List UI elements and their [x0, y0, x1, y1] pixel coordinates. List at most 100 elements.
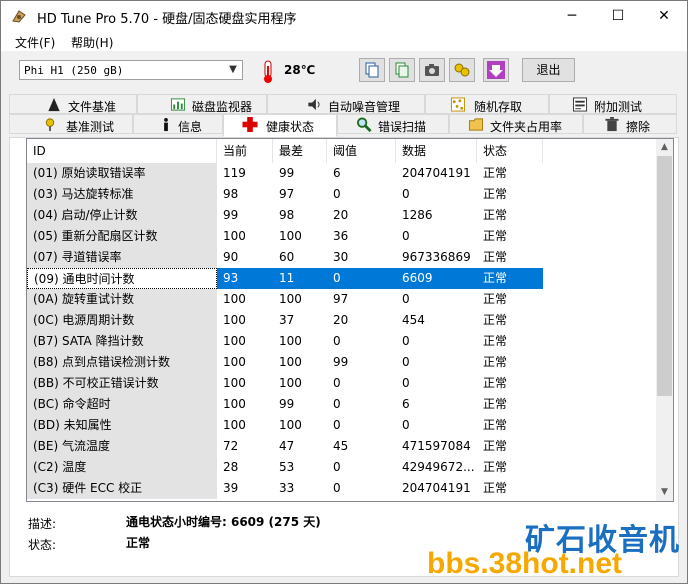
tab-info[interactable]: 信息	[133, 114, 223, 134]
minimize-button[interactable]: ─	[549, 1, 595, 31]
download-arrow-icon	[487, 61, 505, 79]
cell-data: 0	[402, 187, 410, 201]
table-row[interactable]: (B7) SATA 降挡计数 100 100 0 0 正常	[27, 331, 657, 352]
column-header-current[interactable]: 当前	[217, 139, 273, 163]
cell-data: 0	[402, 418, 410, 432]
cell-status: 正常	[483, 481, 508, 495]
column-header-data[interactable]: 数据	[396, 139, 477, 163]
table-row[interactable]: (BB) 不可校正错误计数 100 100 0 0 正常	[27, 373, 657, 394]
exit-button[interactable]: 退出	[522, 58, 575, 82]
column-header-id[interactable]: ID	[27, 139, 217, 163]
tab-folder-usage[interactable]: 文件夹占用率	[449, 114, 583, 134]
cell-data: 471597084	[402, 439, 471, 453]
tab-extra-tests[interactable]: 附加测试	[549, 94, 677, 114]
cell-threshold: 45	[333, 439, 349, 453]
cell-id: (BD) 未知属性	[27, 415, 217, 436]
cell-data: 0	[402, 355, 410, 369]
close-button[interactable]: ✕	[641, 1, 687, 31]
tab-disk-monitor[interactable]: 磁盘监视器	[137, 94, 267, 114]
tab-health[interactable]: 健康状态	[223, 114, 337, 137]
table-row[interactable]: (04) 启动/停止计数 99 98 20 1286 正常	[27, 205, 657, 226]
table-row[interactable]: (0C) 电源周期计数 100 37 20 454 正常	[27, 310, 657, 331]
menu-help[interactable]: 帮助(H)	[71, 34, 113, 51]
cell-status: 正常	[483, 355, 508, 369]
toolbar: Phi H1 (250 gB) ▼ 28℃ 退出	[1, 52, 687, 90]
description-value: 通电状态小时编号: 6609 (275 天)	[126, 515, 321, 529]
table-row[interactable]: (BC) 命令超时 100 99 0 6 正常	[27, 394, 657, 415]
table-row[interactable]: (C2) 温度 28 53 0 42949672... 正常	[27, 457, 657, 478]
speaker-icon	[308, 98, 320, 111]
menu-file[interactable]: 文件(F)	[15, 34, 55, 51]
chevron-down-icon[interactable]: ▼	[224, 61, 242, 79]
tab-error-scan[interactable]: 错误扫描	[337, 114, 449, 134]
options-button[interactable]	[449, 58, 475, 82]
table-row[interactable]: (05) 重新分配扇区计数 100 100 36 0 正常	[27, 226, 657, 247]
vertical-scrollbar[interactable]: ▲ ▼	[656, 139, 673, 501]
cell-threshold: 0	[333, 397, 341, 411]
table-row[interactable]: (07) 寻道错误率 90 60 30 967336869 正常	[27, 247, 657, 268]
column-header-status[interactable]: 状态	[477, 139, 543, 163]
scrollbar-thumb[interactable]	[657, 156, 672, 396]
tab-random-access[interactable]: 随机存取	[425, 94, 549, 114]
cell-threshold: 0	[333, 481, 341, 495]
cell-worst: 60	[279, 250, 295, 264]
drive-select[interactable]: Phi H1 (250 gB) ▼	[19, 60, 243, 80]
screenshot-button[interactable]	[419, 58, 445, 82]
cell-id: (B7) SATA 降挡计数	[27, 331, 217, 352]
table-row[interactable]: (09) 通电时间计数 93 11 0 6609 正常	[27, 268, 657, 289]
cell-worst: 100	[279, 292, 302, 306]
drive-select-value: Phi H1 (250 gB)	[24, 64, 124, 77]
tab-erase[interactable]: 擦除	[583, 114, 677, 134]
cell-threshold: 0	[333, 187, 341, 201]
cell-data: 0	[402, 292, 410, 306]
table-row[interactable]: (BD) 未知属性 100 100 0 0 正常	[27, 415, 657, 436]
table-row[interactable]: (0A) 旋转重试计数 100 100 97 0 正常	[27, 289, 657, 310]
cell-status: 正常	[483, 229, 508, 243]
cell-current: 100	[223, 313, 246, 327]
cell-threshold: 0	[327, 268, 396, 289]
thermometer-icon	[264, 60, 272, 83]
cell-current: 99	[223, 208, 239, 222]
cell-threshold: 0	[333, 376, 341, 390]
cell-threshold: 97	[333, 292, 349, 306]
cell-id: (07) 寻道错误率	[27, 247, 217, 268]
smart-table[interactable]: ID 当前 最差 阈值 数据 状态 (01) 原始读取错误率 119 99 6 2047…	[26, 138, 674, 502]
scroll-up-icon[interactable]: ▲	[656, 139, 673, 156]
table-row[interactable]: (01) 原始读取错误率 119 99 6 204704191 正常	[27, 163, 657, 184]
save-button[interactable]	[483, 58, 509, 82]
copy-all-button[interactable]	[389, 58, 415, 82]
cell-status: 正常	[483, 187, 508, 201]
cell-threshold: 20	[333, 313, 349, 327]
tab-file-benchmark[interactable]: 文件基准	[9, 94, 137, 114]
table-row[interactable]: (03) 马达旋转标准 98 97 0 0 正常	[27, 184, 657, 205]
cell-current: 93	[217, 268, 273, 289]
cell-status: 正常	[483, 439, 508, 453]
cell-worst: 47	[279, 439, 295, 453]
copy-icon	[365, 62, 379, 78]
maximize-button[interactable]: ☐	[595, 1, 641, 31]
column-header-worst[interactable]: 最差	[273, 139, 327, 163]
copy-all-icon	[395, 62, 409, 78]
table-row[interactable]: (B8) 点到点错误检测计数 100 100 99 0 正常	[27, 352, 657, 373]
cell-data: 6	[402, 397, 410, 411]
table-row[interactable]: (C3) 硬件 ECC 校正 39 33 0 204704191 正常	[27, 478, 657, 499]
info-icon	[164, 117, 168, 132]
cell-status: 正常	[483, 460, 508, 474]
watermark-url: bbs.38hot.net	[427, 547, 623, 580]
benchmark-icon	[45, 118, 55, 132]
cell-status: 正常	[483, 418, 508, 432]
copy-text-button[interactable]	[359, 58, 385, 82]
cell-status: 正常	[483, 397, 508, 411]
table-row[interactable]: (BE) 气流温度 72 47 45 471597084 正常	[27, 436, 657, 457]
cell-worst: 98	[279, 208, 295, 222]
scroll-down-icon[interactable]: ▼	[656, 484, 673, 501]
tab-noise-management[interactable]: 自动噪音管理	[267, 94, 425, 114]
column-header-threshold[interactable]: 阈值	[327, 139, 396, 163]
cell-id: (C2) 温度	[27, 457, 217, 478]
extra-tests-icon	[572, 97, 588, 112]
tab-benchmark[interactable]: 基准测试	[9, 114, 133, 134]
cell-current: 39	[223, 481, 239, 495]
cell-current: 100	[223, 334, 246, 348]
cell-worst: 100	[279, 418, 302, 432]
cell-threshold: 6	[333, 166, 341, 180]
